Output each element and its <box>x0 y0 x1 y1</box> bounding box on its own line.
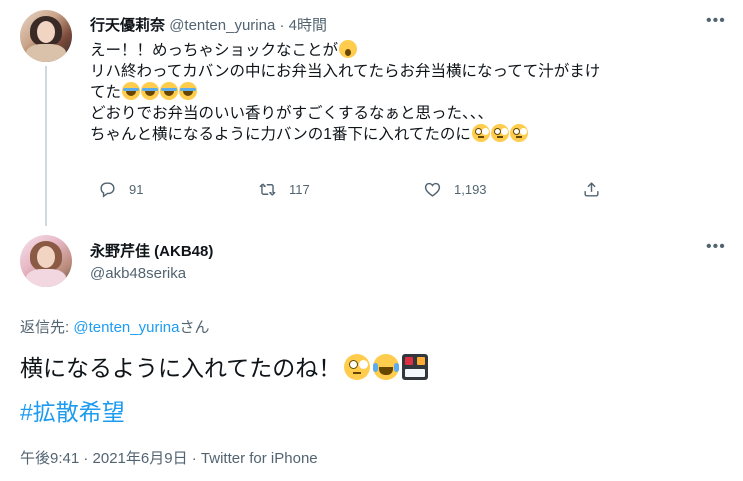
parent-time[interactable]: 4時間 <box>289 17 327 34</box>
scream-emoji-icon <box>339 40 358 58</box>
share-button[interactable] <box>582 180 613 199</box>
tweet-line-1-text: えー！！めっちゃショックなことが <box>90 42 339 59</box>
sob-emoji-icon <box>122 82 141 100</box>
avatar-body <box>26 44 66 62</box>
tweet-line-2: リハ終わってカバンの中にお弁当入れてたらお弁当横になってて汁がまけ <box>90 63 601 80</box>
heart-icon <box>424 182 441 197</box>
reply-to-handle-link[interactable]: @tenten_yurina <box>73 319 179 336</box>
parent-handle[interactable]: @tenten_yurina <box>169 17 275 34</box>
rolling-eyes-emoji-icon <box>490 124 509 142</box>
retweet-button[interactable]: 117 <box>258 180 310 199</box>
more-options-icon[interactable]: ••• <box>706 238 726 256</box>
reply-display-name[interactable]: 永野芹佳 (AKB48) <box>90 240 213 261</box>
like-button[interactable]: 1,193 <box>423 180 487 199</box>
bento-box-emoji-icon <box>402 354 429 380</box>
reply-to-suffix: さん <box>179 319 210 336</box>
retweet-icon <box>259 183 276 196</box>
more-options-icon[interactable]: ••• <box>706 12 726 30</box>
separator: · <box>279 17 285 34</box>
tweet-line-3-text: てた <box>90 84 122 101</box>
tweet-timestamp[interactable]: 午後9:41 · 2021年6月9日 · Twitter for iPhone <box>20 447 318 468</box>
tweet-actions: 91 117 1,193 <box>90 180 650 204</box>
tweet-line-5-text: ちゃんと横になるように力バンの1番下に入れてたのに <box>90 126 471 143</box>
parent-tweet-text: えー！！めっちゃショックなことが リハ終わってカバンの中にお弁当入れてたらお弁当… <box>90 40 720 145</box>
replying-to: 返信先: @tenten_yurinaさん <box>20 316 210 337</box>
thread-line <box>45 66 47 226</box>
sob-emoji-icon <box>141 82 160 100</box>
parent-display-name[interactable]: 行天優莉奈 <box>90 17 165 34</box>
reply-tweet-text: 横になるように入れてたのね！ <box>20 352 429 385</box>
tweet-line-1: えー！！めっちゃショックなことが <box>90 40 720 61</box>
tweet-line-5: ちゃんと横になるように力バンの1番下に入れてたのに <box>90 124 720 145</box>
reply-handle[interactable]: @akb48serika <box>90 265 186 282</box>
reply-text: 横になるように入れてたのね！ <box>20 355 342 381</box>
avatar-parent[interactable] <box>20 10 72 62</box>
hashtag-link[interactable]: #拡散希望 <box>20 393 125 427</box>
like-count: 1,193 <box>454 182 487 197</box>
avatar-face <box>37 21 55 43</box>
rolling-eyes-emoji-icon <box>344 354 371 380</box>
parent-author[interactable]: 行天優莉奈 @tenten_yurina · 4時間 <box>90 14 327 35</box>
reply-button[interactable]: 91 <box>98 180 143 199</box>
rolling-eyes-emoji-icon <box>471 124 490 142</box>
tears-of-joy-emoji-icon <box>373 354 400 380</box>
sob-emoji-icon <box>160 82 179 100</box>
reply-icon <box>100 182 115 198</box>
reply-count: 91 <box>129 182 144 197</box>
tweet-line-4: どおりでお弁当のいい香りがすごくするなぁと思った、、、 <box>90 105 494 122</box>
avatar-reply[interactable] <box>20 235 72 287</box>
share-icon <box>584 182 599 197</box>
tweet-line-3: てた <box>90 82 720 103</box>
avatar-body <box>26 269 66 287</box>
reply-to-prefix: 返信先: <box>20 319 74 336</box>
retweet-count: 117 <box>289 182 310 197</box>
sob-emoji-icon <box>179 82 198 100</box>
avatar-face <box>37 246 55 268</box>
rolling-eyes-emoji-icon <box>509 124 528 142</box>
